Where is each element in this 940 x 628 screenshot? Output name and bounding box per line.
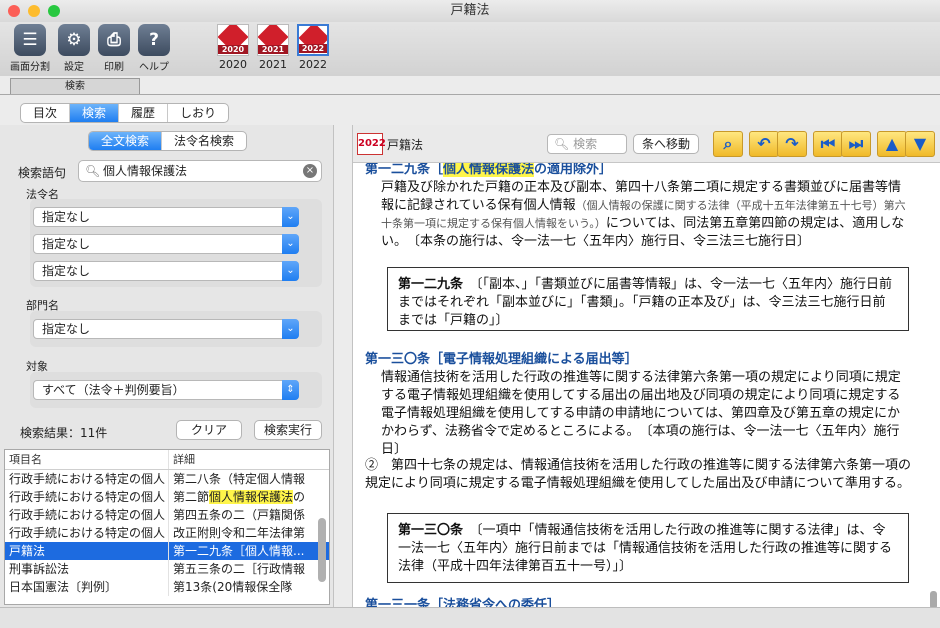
- tab-fulltext-search[interactable]: 全文検索: [89, 132, 163, 150]
- search-input-value: 個人情報保護法: [103, 164, 188, 178]
- amendment-note-129: 第一二九条 〔「副本、」「書類並びに届書等情報」は、令一法一七〈五年内〉施行日前…: [387, 267, 909, 331]
- tab-law-name-search[interactable]: 法令名検索: [162, 132, 246, 150]
- column-header-detail[interactable]: 詳細: [169, 450, 309, 469]
- print-label: 印刷: [104, 62, 124, 73]
- split-screen-label: 画面分割: [10, 62, 50, 73]
- table-row[interactable]: 行政手続における特定の個人 第二八条（特定個人情報: [5, 470, 329, 488]
- skip-back-icon: ⏮: [820, 134, 836, 153]
- next-article-button[interactable]: ⏭: [841, 131, 871, 157]
- forward-button[interactable]: ↷: [777, 131, 807, 157]
- book-cover-icon: 2021: [257, 24, 289, 56]
- chevron-down-icon: ⌄: [282, 234, 299, 254]
- help-icon: ?: [138, 24, 170, 56]
- title-bar: 戸籍法: [0, 0, 940, 22]
- table-row-selected[interactable]: 戸籍法 第一二九条［個人情報...: [5, 542, 329, 560]
- nav-tabs: 目次 検索 履歴 しおり: [20, 103, 230, 123]
- goto-article-button[interactable]: 条へ移動: [633, 134, 699, 154]
- document-scrollbar[interactable]: [930, 591, 937, 607]
- law-title: 戸籍法: [387, 138, 424, 152]
- search-mode-tabs: 全文検索 法令名検索: [88, 131, 248, 151]
- help-button[interactable]: ? ヘルプ: [132, 24, 176, 73]
- book-cover-icon: 2022: [297, 24, 329, 56]
- print-button[interactable]: ⎙ 印刷: [92, 24, 136, 73]
- tab-toc[interactable]: 目次: [21, 104, 71, 122]
- article-129-body: 戸籍及び除かれた戸籍の正本及び副本、第四十八条第二項に規定する書類並びに届書等情…: [381, 180, 906, 249]
- book-year-label: 2022: [299, 58, 327, 71]
- redo-arrow-icon: ↷: [785, 134, 799, 153]
- updown-chevron-icon: ⇕: [282, 380, 299, 400]
- results-table: 項目名 詳細 行政手続における特定の個人 第二八条（特定個人情報 行政手続における…: [4, 449, 330, 605]
- clear-button[interactable]: クリア: [176, 420, 242, 440]
- settings-button[interactable]: ⚙ 設定: [52, 24, 96, 73]
- book-2020-button[interactable]: 2020 2020: [215, 24, 251, 71]
- law-select-3[interactable]: 指定なし ⌄: [33, 261, 299, 281]
- chevron-down-icon: ⌄: [282, 261, 299, 281]
- book-2021-button[interactable]: 2021 2021: [255, 24, 291, 71]
- triangle-up-icon: ▲: [885, 134, 899, 153]
- table-row[interactable]: 日本国憲法〔判例〕 第13条(20情報保全隊: [5, 578, 329, 596]
- target-select[interactable]: すべて（法令＋判例要旨） ⇕: [33, 380, 299, 400]
- law-select-1[interactable]: 指定なし ⌄: [33, 207, 299, 227]
- article-130-paragraph-2: ② 第四十七条の規定は、情報通信技術を活用した行政の推進等に関する法律第六条第一…: [365, 458, 912, 491]
- scroll-down-button[interactable]: ▼: [905, 131, 935, 157]
- column-header-name[interactable]: 項目名: [5, 450, 169, 469]
- book-cover-icon: 2020: [217, 24, 249, 56]
- split-screen-icon: ☰: [14, 24, 46, 56]
- printer-icon: ⎙: [98, 24, 130, 56]
- zoom-window-button[interactable]: [48, 5, 60, 17]
- results-scrollbar[interactable]: [318, 518, 326, 582]
- chevron-down-icon: ⌄: [282, 207, 299, 227]
- tab-search[interactable]: 検索: [70, 104, 120, 122]
- previous-article-button[interactable]: ⏮: [813, 131, 843, 157]
- close-window-button[interactable]: [8, 5, 20, 17]
- triangle-down-icon: ▼: [913, 134, 927, 153]
- scroll-up-button[interactable]: ▲: [877, 131, 907, 157]
- result-count: 検索結果：11件: [20, 426, 108, 440]
- toolbar: ☰ 画面分割 ⚙ 設定 ⎙ 印刷 ? ヘルプ 2020 2020 2021 20…: [0, 22, 940, 76]
- article-130-heading: 第一三〇条［電子情報処理組織による届出等］: [365, 352, 638, 367]
- clear-search-icon[interactable]: ×: [303, 164, 317, 178]
- article-131-heading: 第一三一条［法務省令への委任］: [365, 598, 561, 607]
- book-2022-button[interactable]: 2022 2022: [295, 24, 331, 71]
- search-panel-tab[interactable]: 検索: [10, 78, 140, 94]
- book-year-label: 2021: [259, 58, 287, 71]
- back-button[interactable]: ↶: [749, 131, 779, 157]
- divider: [0, 94, 940, 95]
- law-select-2[interactable]: 指定なし ⌄: [33, 234, 299, 254]
- department-select[interactable]: 指定なし ⌄: [33, 319, 299, 339]
- skip-forward-icon: ⏭: [848, 134, 864, 153]
- document-content: 第一二九条［個人情報保護法の適用除外］ 戸籍及び除かれた戸籍の正本及び副本、第四…: [353, 163, 940, 607]
- status-bar: [0, 607, 940, 628]
- chevron-down-icon: ⌄: [282, 319, 299, 339]
- run-search-button[interactable]: 検索実行: [254, 420, 322, 440]
- tab-history[interactable]: 履歴: [119, 104, 169, 122]
- amendment-note-130: 第一三〇条 〔一項中「情報通信技術を活用した行政の推進等に関する法律」は、令一法…: [387, 513, 909, 583]
- edition-badge: 2022: [357, 133, 386, 155]
- table-row[interactable]: 行政手続における特定の個人 改正附則令和二年法律第: [5, 524, 329, 542]
- search-icon: 🔍︎: [554, 137, 570, 151]
- undo-arrow-icon: ↶: [757, 134, 771, 153]
- magnifier-icon: ⌕: [723, 134, 733, 153]
- table-row[interactable]: 行政手続における特定の個人 第二節個人情報保護法の: [5, 488, 329, 506]
- minimize-window-button[interactable]: [28, 5, 40, 17]
- settings-label: 設定: [64, 62, 84, 73]
- article-129-heading: 第一二九条［個人情報保護法の適用除外］: [365, 163, 613, 177]
- results-header: 項目名 詳細: [5, 450, 329, 470]
- document-panel: 2022 戸籍法 🔍︎ 検索 条へ移動 ⌕ ↶ ↷ ⏮ ⏭ ▲ ▼ 第一二九条［…: [352, 125, 940, 607]
- table-row[interactable]: 行政手続における特定の個人 第四五条の二（戸籍関係: [5, 506, 329, 524]
- search-icon: 🔍︎: [85, 164, 101, 178]
- document-toolbar: 2022 戸籍法 🔍︎ 検索 条へ移動 ⌕ ↶ ↷ ⏮ ⏭ ▲ ▼: [353, 125, 940, 163]
- table-row[interactable]: 刑事訴訟法 第五三条の二［行政情報: [5, 560, 329, 578]
- article-130-body: 情報通信技術を活用した行政の推進等に関する法律第六条第一項の規定により同項に規定…: [381, 370, 901, 457]
- split-screen-button[interactable]: ☰ 画面分割: [8, 24, 52, 73]
- gear-icon: ⚙: [58, 24, 90, 56]
- document-search-input[interactable]: 🔍︎ 検索: [547, 134, 627, 154]
- window-title: 戸籍法: [450, 3, 490, 18]
- book-year-label: 2020: [219, 58, 247, 71]
- query-label: 検索語句: [18, 166, 67, 180]
- search-zoom-button[interactable]: ⌕: [713, 131, 743, 157]
- help-label: ヘルプ: [139, 62, 169, 73]
- tab-bookmarks[interactable]: しおり: [168, 104, 228, 122]
- search-input[interactable]: 🔍︎ 個人情報保護法 ×: [78, 160, 322, 182]
